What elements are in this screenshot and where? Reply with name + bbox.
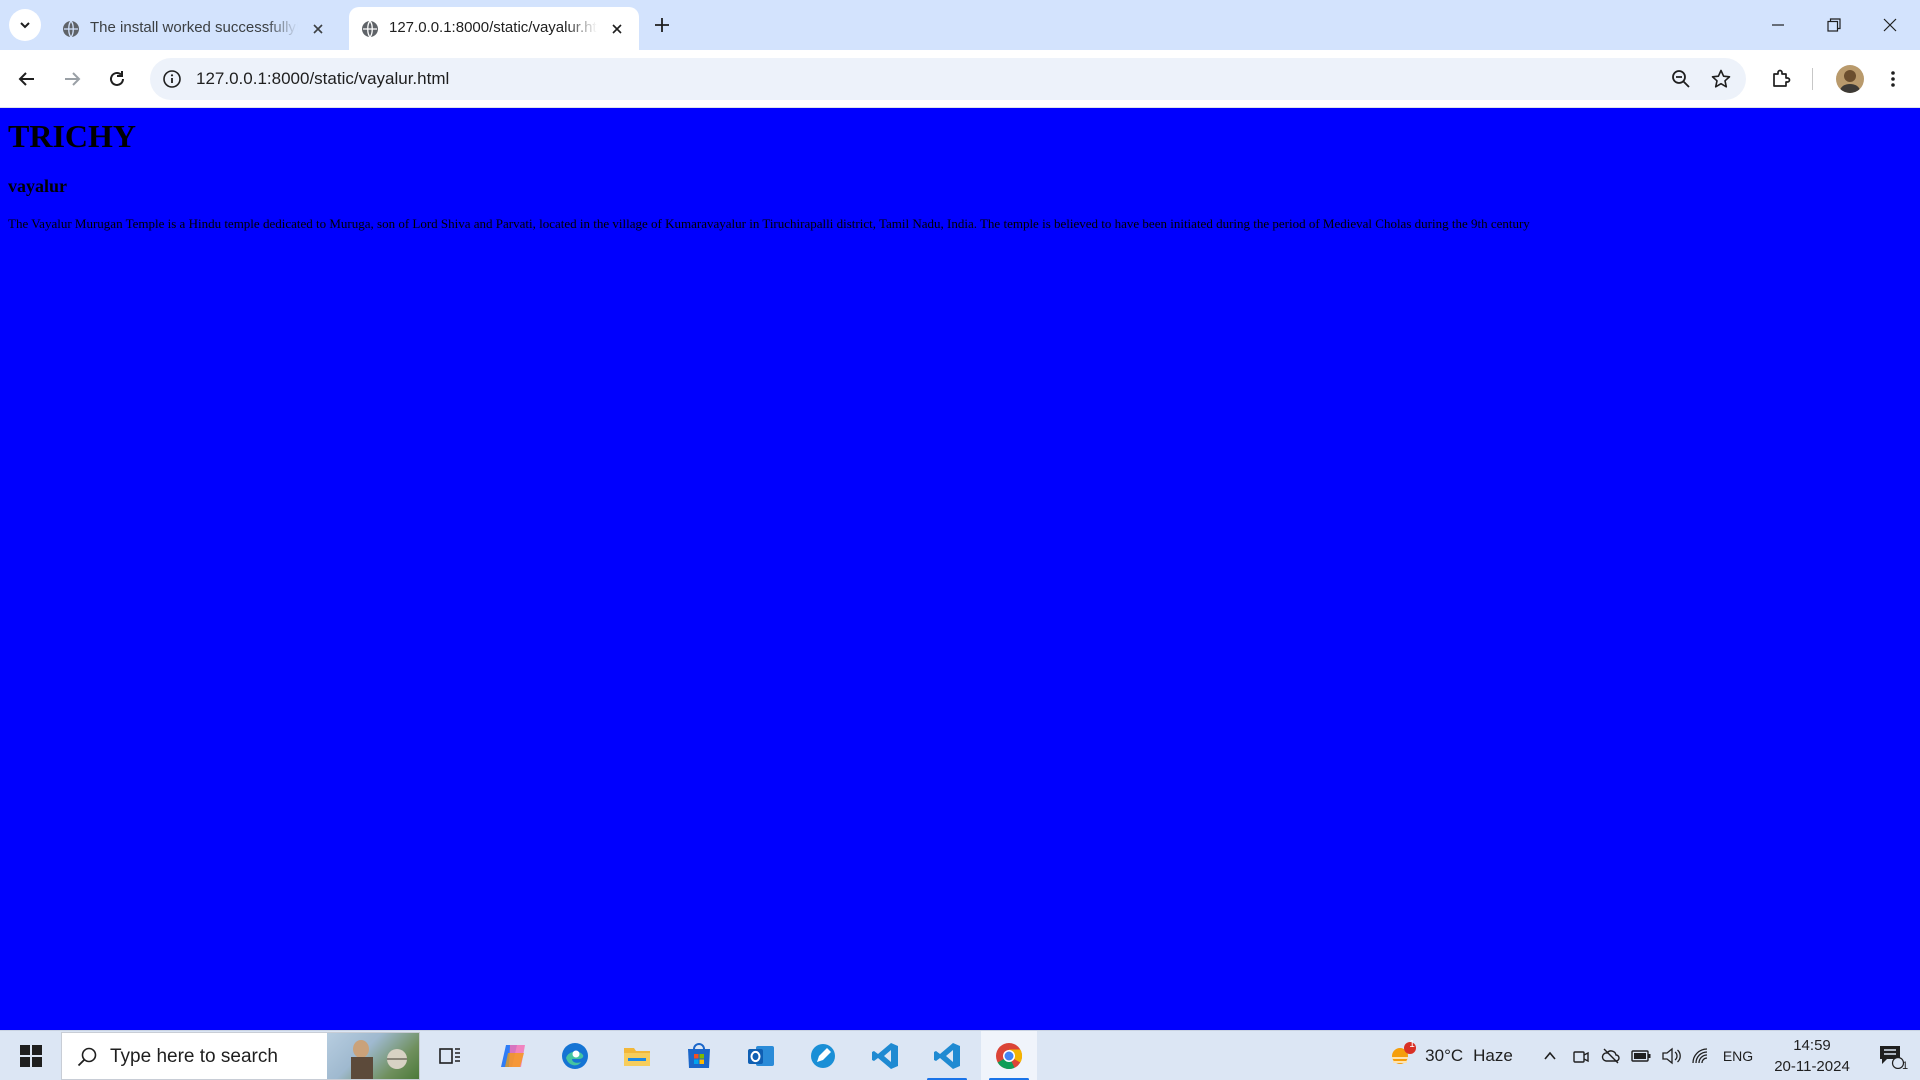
search-icon bbox=[77, 1047, 97, 1067]
minimize-icon bbox=[1772, 24, 1784, 26]
chevron-up-icon bbox=[1544, 1051, 1556, 1060]
wifi-icon bbox=[1692, 1048, 1708, 1064]
clock-date: 20-11-2024 bbox=[1774, 1058, 1850, 1075]
taskbar-clock[interactable]: 14:59 20-11-2024 bbox=[1766, 1035, 1858, 1077]
close-icon bbox=[1883, 18, 1897, 32]
taskbar-search-box[interactable]: Type here to search bbox=[61, 1032, 420, 1080]
taskbar-outlook[interactable] bbox=[733, 1031, 789, 1080]
tab-title: The install worked successfully! Congrat… bbox=[90, 19, 298, 36]
notification-count: 1 bbox=[1901, 1060, 1909, 1072]
cloud-off-icon bbox=[1601, 1048, 1620, 1064]
tray-language[interactable]: ENG bbox=[1718, 1031, 1758, 1080]
edit-pen-icon bbox=[811, 1044, 835, 1068]
arrow-right-icon bbox=[65, 72, 81, 86]
globe-icon bbox=[362, 20, 378, 38]
speaker-icon bbox=[1662, 1047, 1681, 1065]
avatar-icon bbox=[1840, 70, 1860, 93]
tray-volume[interactable] bbox=[1658, 1031, 1684, 1080]
weather-alert-badge: 1 bbox=[1409, 1039, 1415, 1050]
page-subheading: vayalur bbox=[8, 176, 68, 196]
taskbar-file-explorer[interactable] bbox=[609, 1031, 665, 1080]
taskbar-chrome[interactable] bbox=[981, 1031, 1037, 1080]
weather-temperature: 30°C bbox=[1425, 1046, 1464, 1065]
tab-vayalur[interactable]: 127.0.0.1:8000/static/vayalur.html bbox=[349, 7, 639, 50]
page-heading: TRICHY bbox=[8, 118, 137, 154]
meet-now-icon bbox=[1573, 1051, 1589, 1063]
menu-button[interactable] bbox=[1877, 63, 1909, 95]
toolbar-divider bbox=[1812, 68, 1813, 90]
arrow-left-icon bbox=[18, 72, 34, 86]
weather-widget[interactable]: 1 30°C Haze bbox=[1384, 1031, 1516, 1080]
notification-center-button[interactable]: 1 bbox=[1866, 1031, 1916, 1080]
task-view-icon bbox=[439, 1048, 460, 1064]
more-vert-icon bbox=[1891, 71, 1895, 87]
taskbar-vscode-insiders[interactable] bbox=[919, 1031, 975, 1080]
taskbar-microsoft-store[interactable] bbox=[671, 1031, 727, 1080]
battery-icon bbox=[1631, 1050, 1651, 1062]
browser-toolbar: 127.0.0.1:8000/static/vayalur.html bbox=[0, 50, 1920, 108]
puzzle-icon bbox=[1773, 69, 1791, 87]
new-tab-button[interactable] bbox=[650, 10, 674, 40]
browser-tab-strip: The install worked successfully! Congrat… bbox=[0, 0, 1920, 50]
taskbar-task-view[interactable] bbox=[422, 1031, 478, 1080]
chevron-down-icon bbox=[20, 22, 30, 29]
restore-icon bbox=[1827, 18, 1841, 32]
close-icon[interactable] bbox=[607, 19, 627, 39]
zoom-icon[interactable] bbox=[1670, 68, 1692, 90]
taskbar-vscode[interactable] bbox=[857, 1031, 913, 1080]
address-bar[interactable]: 127.0.0.1:8000/static/vayalur.html bbox=[150, 58, 1746, 100]
bookmark-star-icon[interactable] bbox=[1710, 68, 1732, 90]
web-page: TRICHY vayalur The Vayalur Murugan Templ… bbox=[0, 109, 1920, 1030]
search-highlight-image[interactable] bbox=[327, 1033, 419, 1079]
tray-network[interactable] bbox=[1688, 1031, 1714, 1080]
tab-title: 127.0.0.1:8000/static/vayalur.html bbox=[389, 19, 597, 36]
edge-icon bbox=[562, 1043, 588, 1069]
reload-icon bbox=[110, 71, 124, 86]
taskbar-copilot[interactable] bbox=[485, 1031, 541, 1080]
close-window-button[interactable] bbox=[1862, 0, 1918, 50]
taskbar-edit-app[interactable] bbox=[795, 1031, 851, 1080]
show-hidden-icons-button[interactable] bbox=[1538, 1031, 1562, 1080]
store-icon bbox=[688, 1043, 710, 1068]
outlook-icon bbox=[748, 1046, 774, 1066]
tray-meet-now[interactable] bbox=[1568, 1031, 1594, 1080]
weather-condition: Haze bbox=[1473, 1046, 1513, 1065]
plus-icon bbox=[655, 18, 669, 32]
start-button[interactable] bbox=[8, 1037, 54, 1075]
tab-install-worked[interactable]: The install worked successfully! Congrat… bbox=[50, 7, 340, 50]
back-button[interactable] bbox=[11, 63, 43, 95]
copilot-icon bbox=[501, 1045, 525, 1067]
page-paragraph: The Vayalur Murugan Temple is a Hindu te… bbox=[8, 216, 1530, 231]
address-bar-url[interactable]: 127.0.0.1:8000/static/vayalur.html bbox=[196, 69, 449, 89]
close-icon[interactable] bbox=[308, 19, 328, 39]
vscode-icon bbox=[934, 1043, 960, 1069]
tray-battery[interactable] bbox=[1628, 1031, 1654, 1080]
forward-button[interactable] bbox=[56, 63, 88, 95]
chrome-icon bbox=[996, 1043, 1023, 1070]
globe-icon bbox=[63, 20, 79, 38]
clock-time: 14:59 bbox=[1793, 1037, 1831, 1054]
reload-button[interactable] bbox=[101, 63, 133, 95]
vscode-icon bbox=[872, 1043, 898, 1069]
tab-search-button[interactable] bbox=[9, 9, 41, 41]
taskbar-edge[interactable] bbox=[547, 1031, 603, 1080]
language-indicator: ENG bbox=[1722, 1048, 1754, 1064]
restore-button[interactable] bbox=[1806, 0, 1862, 50]
windows-taskbar: Type here to search 1 30°C Haze ENG 14:5… bbox=[0, 1030, 1920, 1080]
extensions-button[interactable] bbox=[1765, 63, 1797, 95]
minimize-button[interactable] bbox=[1750, 0, 1806, 50]
info-icon[interactable] bbox=[162, 69, 182, 89]
windows-logo-icon bbox=[20, 1045, 42, 1067]
profile-avatar[interactable] bbox=[1836, 65, 1864, 93]
search-placeholder: Type here to search bbox=[110, 1046, 278, 1067]
tray-onedrive[interactable] bbox=[1598, 1031, 1624, 1080]
folder-icon bbox=[624, 1048, 650, 1066]
